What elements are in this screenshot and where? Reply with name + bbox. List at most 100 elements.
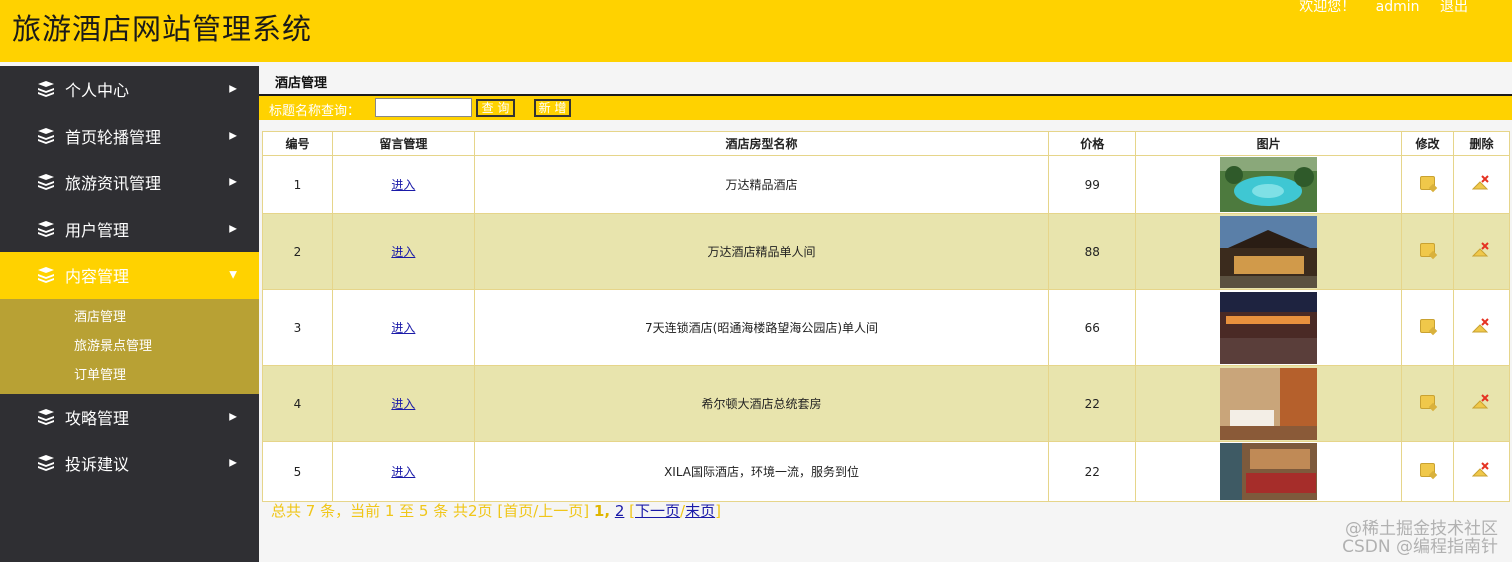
cell-id: 5	[262, 441, 333, 502]
submenu-item-orders[interactable]: 订单管理	[0, 361, 259, 390]
search-label: 标题名称查询：	[269, 104, 361, 119]
chevron-right-icon: ▶	[229, 83, 237, 95]
search-bar: 标题名称查询： 查 询 新 增	[259, 96, 1512, 120]
page-title: 酒店管理	[275, 76, 328, 91]
pool-photo	[1220, 157, 1318, 212]
stack-icon	[38, 455, 54, 472]
sidebar-item-personal-center[interactable]: 个人中心 ▶	[0, 66, 259, 113]
edit-icon[interactable]	[1420, 243, 1435, 257]
column-header: 删除	[1452, 131, 1511, 156]
sidebar-item-content[interactable]: 内容管理 ▼	[0, 252, 259, 299]
stack-icon	[38, 220, 54, 237]
app-title: 旅游酒店网站管理系统	[12, 12, 313, 46]
pagination: 总共 7 条，当前 1 至 5 条 共2页 [首页/上一页] 1, 2 [下一页…	[271, 500, 721, 521]
hotel-table: 编号 留言管理 酒店房型名称 价格 图片 修改 删除 1 进入 万达精品酒店 9…	[262, 131, 1511, 502]
stack-icon	[38, 81, 54, 98]
table-header-row: 编号 留言管理 酒店房型名称 价格 图片 修改 删除	[262, 131, 1511, 156]
sidebar-item-label: 投诉建议	[65, 455, 130, 475]
cell-name: XILA国际酒店，环境一流，服务到位	[473, 441, 1050, 502]
column-header: 留言管理	[331, 131, 475, 156]
pager-bracket-close: ]	[715, 502, 721, 520]
delete-icon[interactable]	[1472, 175, 1490, 191]
main-content: 酒店管理 标题名称查询： 查 询 新 增 编号 留言管理 酒店房型名称 价格 图…	[259, 62, 1512, 562]
delete-icon[interactable]	[1472, 242, 1490, 258]
enter-link[interactable]: 进入	[391, 397, 415, 411]
page-2-link[interactable]: 2	[615, 502, 625, 520]
submenu-item-hotel[interactable]: 酒店管理	[0, 303, 259, 332]
chevron-right-icon: ▶	[229, 457, 237, 469]
enter-link[interactable]: 进入	[391, 321, 415, 335]
cell-name: 7天连锁酒店(昭通海楼路望海公园店)单人间	[473, 289, 1050, 366]
search-input[interactable]	[375, 98, 472, 117]
edit-icon[interactable]	[1420, 463, 1435, 477]
edit-icon[interactable]	[1420, 395, 1435, 409]
sidebar-item-label: 内容管理	[65, 267, 130, 287]
sidebar-item-label: 攻略管理	[65, 408, 130, 428]
stack-icon	[38, 267, 54, 284]
pager-first-prev: [首页/上一页]	[497, 502, 590, 520]
sidebar-item-complaints[interactable]: 投诉建议 ▶	[0, 440, 259, 487]
enter-link[interactable]: 进入	[391, 245, 415, 259]
pager-summary: 总共 7 条，当前 1 至 5 条 共2页	[271, 502, 493, 520]
cell-id: 1	[262, 155, 333, 214]
table-row: 5 进入 XILA国际酒店，环境一流，服务到位 22	[262, 441, 1511, 502]
logout-link[interactable]: 退出	[1440, 0, 1468, 15]
next-page-link[interactable]: 下一页	[635, 502, 680, 520]
add-button[interactable]: 新 增	[534, 99, 571, 117]
enter-link[interactable]: 进入	[391, 178, 415, 192]
watermark-line: CSDN @编程指南针	[1342, 537, 1498, 557]
last-page-link[interactable]: 末页	[685, 502, 715, 520]
edit-icon[interactable]	[1420, 176, 1435, 190]
restaurant-photo	[1220, 443, 1318, 500]
watermark-line: @稀土掘金技术社区	[1345, 519, 1498, 539]
cell-price: 99	[1048, 155, 1137, 214]
table-row: 3 进入 7天连锁酒店(昭通海楼路望海公园店)单人间 66	[262, 289, 1511, 366]
table-row: 4 进入 希尔顿大酒店总统套房 22	[262, 365, 1511, 442]
column-header: 酒店房型名称	[473, 131, 1050, 156]
chevron-right-icon: ▶	[229, 176, 237, 188]
stack-icon	[38, 408, 54, 425]
sidebar-item-carousel[interactable]: 首页轮播管理 ▶	[0, 113, 259, 160]
chevron-down-icon: ▼	[229, 269, 237, 281]
stack-icon	[38, 127, 54, 144]
top-header: 旅游酒店网站管理系统 欢迎您！ admin 退出	[0, 0, 1512, 62]
page-1-link[interactable]: 1,	[594, 502, 610, 520]
column-header: 图片	[1135, 131, 1403, 156]
column-header: 价格	[1048, 131, 1137, 156]
submenu-item-attractions[interactable]: 旅游景点管理	[0, 332, 259, 361]
cell-price: 22	[1048, 441, 1137, 502]
cell-name: 希尔顿大酒店总统套房	[473, 365, 1050, 442]
delete-icon[interactable]	[1472, 394, 1490, 410]
sidebar-item-guides[interactable]: 攻略管理 ▶	[0, 394, 259, 441]
watermark: @稀土掘金技术社区 CSDN @编程指南针	[1342, 520, 1498, 556]
sidebar-item-label: 用户管理	[65, 220, 130, 240]
cell-name: 万达酒店精品单人间	[473, 213, 1050, 290]
search-button[interactable]: 查 询	[476, 99, 515, 117]
chevron-right-icon: ▶	[229, 411, 237, 423]
content-submenu: 酒店管理 旅游景点管理 订单管理	[0, 298, 259, 394]
cell-id: 2	[262, 213, 333, 290]
table-row: 1 进入 万达精品酒店 99	[262, 155, 1511, 214]
room-photo	[1220, 367, 1318, 440]
sidebar-item-label: 旅游资讯管理	[65, 174, 162, 194]
cell-name: 万达精品酒店	[473, 155, 1050, 214]
cell-id: 4	[262, 365, 333, 442]
edit-icon[interactable]	[1420, 319, 1435, 333]
delete-icon[interactable]	[1472, 318, 1490, 334]
sidebar: 个人中心 ▶ 首页轮播管理 ▶ 旅游资讯管理 ▶ 用户管理 ▶ 内容管理 ▼ 酒…	[0, 66, 259, 562]
building-photo	[1220, 215, 1318, 288]
delete-icon[interactable]	[1472, 462, 1490, 478]
cell-price: 88	[1048, 213, 1137, 290]
column-header: 修改	[1401, 131, 1454, 156]
night-building-photo	[1220, 291, 1318, 364]
sidebar-item-users[interactable]: 用户管理 ▶	[0, 206, 259, 253]
column-header: 编号	[262, 131, 333, 156]
sidebar-item-label: 首页轮播管理	[65, 127, 162, 147]
username-link[interactable]: admin	[1376, 0, 1420, 15]
sidebar-item-travel-news[interactable]: 旅游资讯管理 ▶	[0, 159, 259, 206]
enter-link[interactable]: 进入	[391, 465, 415, 479]
top-links: 欢迎您！ admin 退出	[1283, 0, 1468, 16]
cell-price: 22	[1048, 365, 1137, 442]
cell-id: 3	[262, 289, 333, 366]
stack-icon	[38, 174, 54, 191]
